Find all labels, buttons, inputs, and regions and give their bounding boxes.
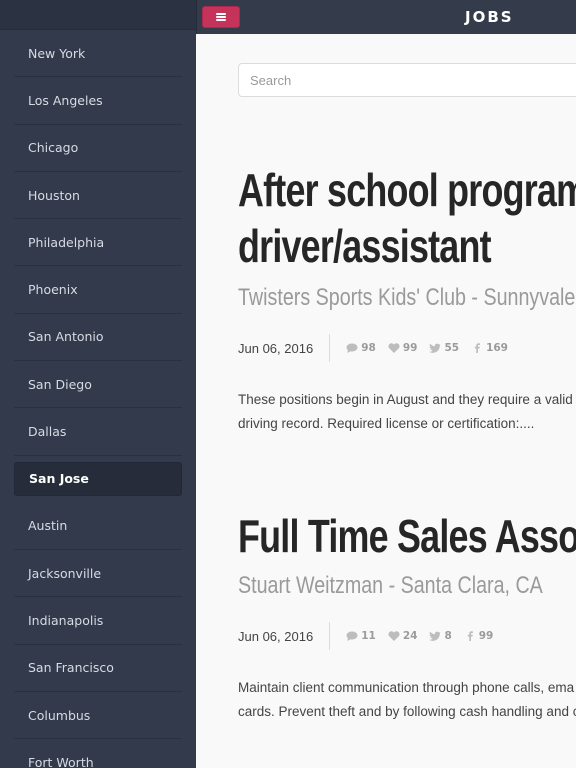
divider [329, 622, 331, 650]
sidebar-item-phoenix[interactable]: Phoenix [14, 266, 182, 314]
sidebar-header [0, 0, 196, 30]
likes-stat[interactable]: 99 [388, 342, 417, 354]
job-meta: Jun 06, 2016 98 99 55 169 [238, 334, 576, 362]
sidebar-item-columbus[interactable]: Columbus [14, 692, 182, 740]
sidebar-item-fort-worth[interactable]: Fort Worth [14, 739, 182, 768]
job-feed: After school program driver/assistant Tw… [196, 34, 576, 768]
job-title[interactable]: After school program driver/assistant [238, 162, 576, 274]
app-title: JOBS [465, 8, 514, 26]
job-title[interactable]: Full Time Sales Associate [238, 508, 576, 564]
menu-icon [216, 13, 226, 21]
sidebar-item-new-york[interactable]: New York [14, 30, 182, 78]
sidebar-item-chicago[interactable]: Chicago [14, 125, 182, 172]
sidebar-item-san-jose[interactable]: San Jose [14, 461, 182, 496]
twitter-icon [429, 631, 441, 641]
job-company-location: Twisters Sports Kids' Club - Sunnyvale, … [238, 284, 576, 311]
menu-button[interactable] [202, 6, 240, 28]
comments-stat[interactable]: 98 [346, 342, 376, 354]
job-date: Jun 06, 2016 [238, 340, 314, 356]
sidebar-item-indianapolis[interactable]: Indianapolis [14, 597, 182, 645]
sidebar-item-san-antonio[interactable]: San Antonio [14, 314, 182, 362]
facebook-stat[interactable]: 99 [464, 630, 493, 642]
city-list: New York Los Angeles Chicago Houston Phi… [0, 30, 196, 768]
job-company-location: Stuart Weitzman - Santa Clara, CA [238, 572, 543, 599]
sidebar-item-los-angeles[interactable]: Los Angeles [14, 77, 182, 125]
sidebar-item-dallas[interactable]: Dallas [14, 408, 182, 456]
sidebar-item-houston[interactable]: Houston [14, 172, 182, 220]
divider [329, 334, 331, 362]
top-bar: JOBS [196, 0, 576, 34]
heart-icon [388, 631, 400, 641]
job-description: Maintain client communication through ph… [238, 680, 576, 719]
comment-icon [346, 631, 358, 641]
sidebar-item-austin[interactable]: Austin [14, 503, 182, 550]
job-card: After school program driver/assistant Tw… [238, 162, 576, 436]
facebook-icon [474, 343, 480, 353]
comments-stat[interactable]: 11 [346, 630, 376, 642]
tweets-stat[interactable]: 8 [429, 630, 452, 642]
sidebar-item-san-francisco[interactable]: San Francisco [14, 645, 182, 692]
search-input[interactable] [238, 63, 576, 97]
sidebar-item-san-diego[interactable]: San Diego [14, 361, 182, 409]
twitter-icon [429, 343, 441, 353]
sidebar: New York Los Angeles Chicago Houston Phi… [0, 0, 196, 768]
heart-icon [388, 343, 400, 353]
job-meta: Jun 06, 2016 11 24 8 99 [238, 622, 576, 650]
job-card: Full Time Sales Associate Stuart Weitzma… [238, 508, 576, 724]
sidebar-item-jacksonville[interactable]: Jacksonville [14, 550, 182, 598]
tweets-stat[interactable]: 55 [429, 342, 459, 354]
job-description: These positions begin in August and they… [238, 392, 576, 431]
sidebar-item-philadelphia[interactable]: Philadelphia [14, 219, 182, 267]
likes-stat[interactable]: 24 [388, 630, 417, 642]
facebook-stat[interactable]: 169 [471, 342, 508, 354]
job-date: Jun 06, 2016 [238, 628, 314, 644]
comment-icon [346, 343, 358, 353]
facebook-icon [467, 631, 473, 641]
